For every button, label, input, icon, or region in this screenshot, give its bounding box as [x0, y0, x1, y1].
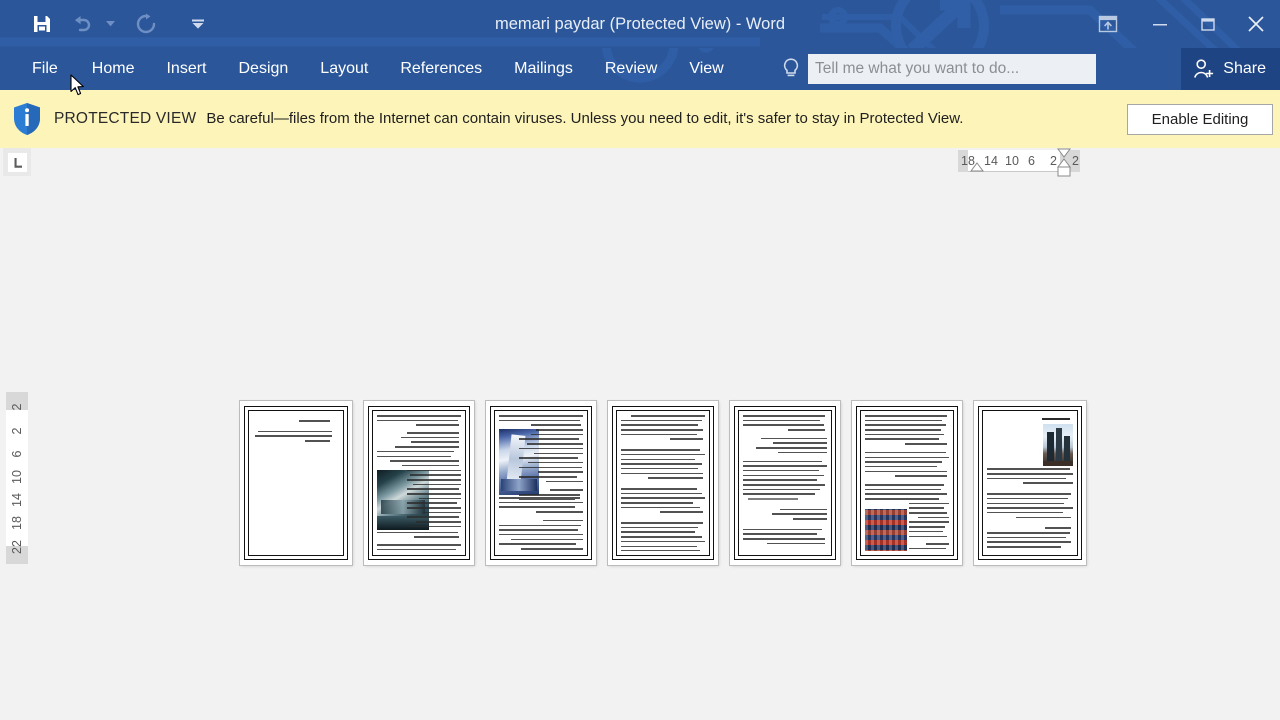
person-add-icon — [1194, 59, 1214, 78]
page-content-4 — [621, 415, 705, 551]
vruler-mark-10: 10 — [10, 470, 24, 484]
document-page-2[interactable] — [364, 401, 474, 565]
protected-view-label: PROTECTED VIEW — [54, 110, 197, 127]
page-thumbnails — [240, 401, 1086, 565]
tell-me-placeholder: Tell me what you want to do... — [815, 60, 1020, 77]
redo-button[interactable] — [126, 7, 166, 41]
minimize-icon — [1153, 24, 1167, 26]
document-canvas[interactable] — [0, 148, 1280, 720]
save-button[interactable] — [22, 7, 62, 41]
left-tab-stop-icon — [7, 152, 27, 172]
maximize-restore-button[interactable] — [1184, 0, 1232, 48]
page-content-3 — [499, 415, 583, 551]
page-content-2 — [377, 415, 461, 551]
document-page-6[interactable] — [852, 401, 962, 565]
title-bar: memari paydar (Protected View) - Word — [0, 0, 1280, 48]
lightbulb-icon — [783, 58, 799, 77]
tab-review[interactable]: Review — [589, 48, 673, 90]
undo-icon — [75, 16, 91, 32]
vruler-mark-18: 18 — [10, 516, 24, 530]
ribbon-display-options-button[interactable] — [1080, 0, 1136, 48]
ribbon-tabs: File Home Insert Design Layout Reference… — [22, 48, 740, 90]
document-page-7[interactable] — [974, 401, 1086, 565]
ribbon-tab-bar: File Home Insert Design Layout Reference… — [0, 48, 1280, 90]
tab-view[interactable]: View — [673, 48, 739, 90]
quick-access-toolbar — [22, 0, 206, 48]
red-blue-facade-photo — [865, 508, 907, 551]
close-icon — [1248, 16, 1264, 32]
share-label: Share — [1223, 60, 1266, 77]
customize-qat-icon — [192, 19, 204, 29]
share-button[interactable]: Share — [1181, 48, 1280, 90]
tell-me-area: Tell me what you want to do... — [780, 48, 1096, 90]
vertical-ruler-marks: 2 2 6 10 14 18 22 — [6, 392, 28, 564]
tab-layout[interactable]: Layout — [304, 48, 384, 90]
vertical-ruler[interactable]: 2 2 6 10 14 18 22 — [6, 392, 28, 564]
window-controls — [1080, 0, 1280, 48]
towers-photo — [1043, 424, 1073, 467]
hanging-indent-marker[interactable] — [968, 161, 988, 177]
word-application-window: memari paydar (Protected View) - Word Fi… — [0, 0, 1280, 720]
vruler-mark-6: 6 — [10, 450, 24, 458]
tell-me-input[interactable]: Tell me what you want to do... — [808, 54, 1096, 84]
restore-icon — [1201, 18, 1215, 31]
protected-view-message: Be careful—files from the Internet can c… — [206, 110, 964, 128]
undo-button[interactable] — [62, 7, 102, 41]
document-page-1[interactable] — [240, 401, 352, 565]
tab-mailings[interactable]: Mailings — [498, 48, 589, 90]
info-shield-icon — [14, 103, 40, 135]
page-content-7 — [987, 415, 1073, 551]
chevron-down-icon — [105, 21, 115, 27]
save-icon — [34, 16, 50, 32]
minimize-button[interactable] — [1136, 0, 1184, 48]
tab-home[interactable]: Home — [76, 48, 151, 90]
undo-dropdown-button[interactable] — [102, 7, 118, 41]
vruler-mark-2b: 2 — [10, 427, 24, 435]
tab-references[interactable]: References — [384, 48, 498, 90]
redo-icon — [136, 13, 156, 34]
page-content-5 — [743, 415, 827, 551]
left-tab-glyph — [14, 157, 22, 168]
document-page-4[interactable] — [608, 401, 718, 565]
enable-editing-button[interactable]: Enable Editing — [1127, 104, 1273, 135]
tab-design[interactable]: Design — [222, 48, 304, 90]
hruler-mark-6: 6 — [1028, 154, 1035, 168]
tab-insert[interactable]: Insert — [150, 48, 222, 90]
document-page-3[interactable] — [486, 401, 596, 565]
ribbon-display-options-icon — [1098, 15, 1118, 33]
tab-file[interactable]: File — [22, 48, 76, 90]
vruler-mark-14: 14 — [10, 493, 24, 507]
vruler-mark-22: 22 — [10, 540, 24, 554]
page-content-1 — [253, 415, 339, 551]
close-button[interactable] — [1232, 0, 1280, 48]
horizontal-ruler[interactable]: 18 14 10 6 2 2 — [958, 148, 1080, 177]
document-page-5[interactable] — [730, 401, 840, 565]
first-line-indent-marker[interactable] — [1054, 145, 1074, 179]
protected-view-bar: PROTECTED VIEW Be careful—files from the… — [0, 90, 1280, 148]
tab-stop-selector[interactable] — [3, 148, 31, 176]
hruler-mark-10: 10 — [1005, 154, 1019, 168]
customize-qat-button[interactable] — [190, 7, 206, 41]
page-content-6 — [865, 415, 949, 551]
vruler-mark-2a: 2 — [10, 403, 24, 411]
